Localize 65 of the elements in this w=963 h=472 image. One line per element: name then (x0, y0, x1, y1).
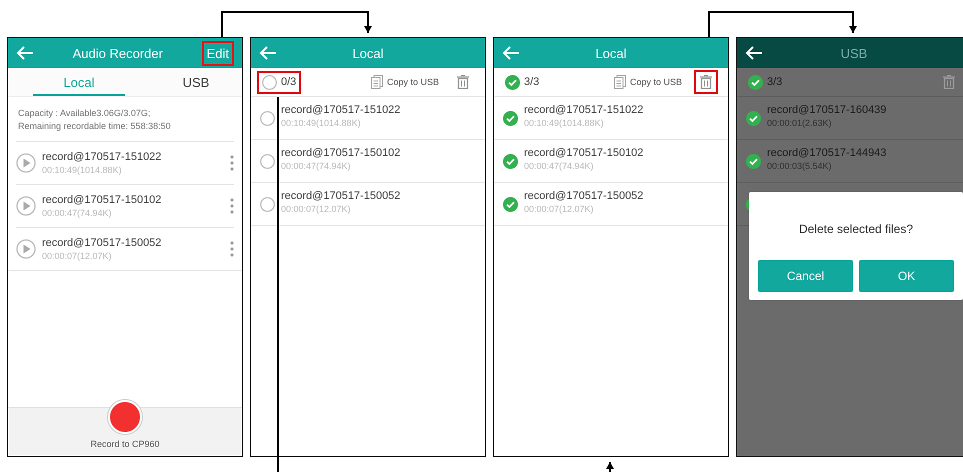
record-name: record@170517-150052 (42, 237, 162, 249)
dialog-button[interactable]: OK (859, 260, 954, 292)
copy-icon (614, 75, 626, 89)
checked-circle-icon[interactable] (746, 110, 761, 126)
flow-arrow (606, 462, 614, 472)
back-arrow-icon[interactable] (745, 46, 763, 60)
record-name: record@170517-160439 (767, 104, 888, 116)
storage-tab[interactable]: USB (150, 68, 242, 96)
trash-icon[interactable] (457, 75, 469, 89)
checked-circle-icon[interactable] (503, 110, 518, 126)
trash-icon[interactable] (700, 75, 712, 89)
record-info: 00:00:07(12.07K) (524, 204, 595, 214)
screen-title: Audio Recorder (72, 46, 164, 60)
more-options-icon[interactable] (230, 241, 234, 257)
record-name: record@170517-150102 (524, 147, 644, 159)
record-info: 00:00:47(74.94K) (281, 161, 352, 171)
record-info: 00:00:47(74.94K) (42, 208, 113, 218)
more-options-icon[interactable] (230, 155, 234, 171)
record-info: 00:10:49(1014.88K) (281, 118, 362, 128)
copy-icon (370, 75, 383, 89)
screen-title: Local (594, 46, 628, 60)
dialog-message: Delete selected files? (798, 222, 914, 236)
unchecked-circle-icon[interactable] (260, 154, 275, 168)
record-name: record@170517-151022 (281, 104, 402, 116)
trash-icon[interactable] (943, 75, 955, 89)
record-info: 00:10:49(1014.88K) (524, 118, 605, 128)
edit-button[interactable]: Edit (202, 40, 234, 66)
record-label: Record to CP960 (90, 439, 160, 449)
record-name: record@170517-151022 (524, 104, 644, 116)
record-name: record@170517-150102 (42, 194, 162, 206)
record-button[interactable] (108, 400, 142, 434)
record-name: record@170517-144943 (767, 147, 888, 159)
checked-circle-icon[interactable] (503, 196, 518, 212)
screen-title: USB (840, 46, 868, 60)
copy-to-usb-button[interactable]: Copy to USB (614, 75, 682, 89)
selection-count: 0/3 (281, 76, 296, 88)
record-info: 00:10:49(1014.88K) (42, 165, 123, 175)
play-icon[interactable] (16, 196, 36, 216)
capacity-text: Remaining recordable time: 558:38:50 (18, 120, 172, 133)
record-info: 00:00:03(5.54K) (767, 161, 833, 171)
record-info: 00:00:47(74.94K) (524, 161, 595, 171)
record-name: record@170517-150102 (281, 147, 402, 159)
record-name: record@170517-150052 (524, 190, 644, 202)
record-info: 00:00:01(2.63K) (767, 118, 833, 128)
play-icon[interactable] (16, 239, 36, 259)
checked-circle-icon[interactable] (748, 74, 763, 90)
more-options-icon[interactable] (230, 198, 234, 214)
copy-to-usb-button[interactable]: Copy to USB (370, 75, 439, 89)
unchecked-circle-icon[interactable] (260, 110, 275, 126)
record-name: record@170517-150052 (281, 190, 402, 202)
screen-title: Local (351, 46, 385, 60)
storage-tab[interactable]: Local (33, 68, 125, 96)
record-info: 00:00:07(12.07K) (42, 251, 113, 261)
selection-count: 3/3 (767, 76, 782, 88)
unchecked-circle-icon[interactable] (260, 196, 275, 212)
checked-circle-icon[interactable] (746, 154, 761, 168)
record-info: 00:00:07(12.07K) (281, 204, 352, 214)
dialog-button[interactable]: Cancel (758, 260, 853, 292)
record-name: record@170517-151022 (42, 151, 162, 163)
play-icon[interactable] (16, 153, 36, 173)
selection-count: 3/3 (524, 76, 540, 88)
capacity-text: Capacity : Available3.06G/3.07G; (18, 107, 152, 120)
checked-circle-icon[interactable] (503, 154, 518, 168)
checked-circle-icon[interactable] (505, 74, 520, 90)
unchecked-circle-icon[interactable] (262, 74, 277, 90)
